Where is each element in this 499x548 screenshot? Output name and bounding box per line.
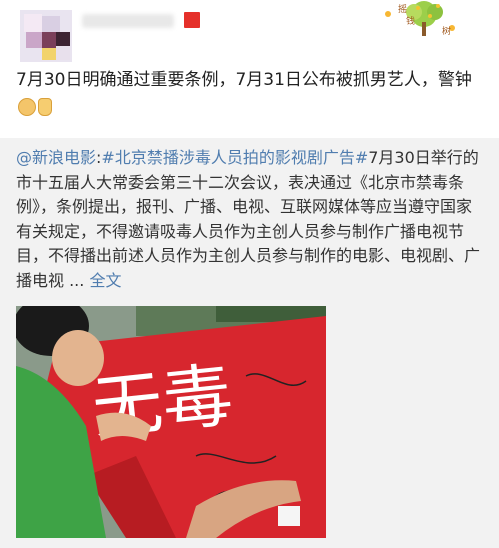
svg-text:摇: 摇 bbox=[398, 3, 407, 15]
read-more-link[interactable]: 全文 bbox=[89, 271, 121, 290]
repost-photo[interactable]: 无毒 bbox=[16, 306, 326, 538]
svg-text:钱: 钱 bbox=[406, 15, 415, 27]
fist-emoji-icon bbox=[18, 98, 36, 116]
repost-card[interactable]: @新浪电影:#北京禁播涉毒人员拍的影视剧广告#7月30日举行的市十五届人大常委会… bbox=[0, 138, 499, 548]
repost-body: 7月30日举行的市十五届人大常委会第三十二次会议，表决通过《北京市禁毒条例》，条… bbox=[16, 148, 481, 290]
thumbs-up-emoji-icon bbox=[38, 98, 52, 116]
post-header: 摇 钱 树 bbox=[0, 0, 499, 62]
hashtag-link[interactable]: #北京禁播涉毒人员拍的影视剧广告# bbox=[101, 148, 368, 167]
avatar-pixel bbox=[42, 32, 56, 48]
photo-illustration: 无毒 bbox=[16, 306, 326, 538]
svg-text:树: 树 bbox=[442, 25, 451, 37]
avatar-pixel bbox=[56, 32, 70, 46]
avatar-pixel bbox=[42, 48, 56, 60]
repost-text: @新浪电影:#北京禁播涉毒人员拍的影视剧广告#7月30日举行的市十五届人大常委会… bbox=[16, 146, 486, 293]
post-text: 7月30日明确通过重要条例，7月31日公布被抓男艺人，警钟 bbox=[16, 66, 486, 122]
avatar-pixel bbox=[42, 16, 60, 32]
post-body: 7月30日明确通过重要条例，7月31日公布被抓男艺人，警钟 bbox=[16, 70, 472, 90]
avatar-pixel bbox=[24, 14, 42, 32]
username-blurred[interactable] bbox=[82, 14, 174, 28]
money-tree-logo-icon: 摇 钱 树 bbox=[385, 1, 455, 37]
avatar[interactable] bbox=[20, 10, 72, 62]
avatar-pixel bbox=[26, 32, 42, 48]
red-badge-icon bbox=[184, 12, 200, 28]
avatar-pixel bbox=[56, 46, 70, 60]
carousel-dots bbox=[0, 540, 499, 548]
mention-link[interactable]: @新浪电影 bbox=[16, 148, 96, 167]
